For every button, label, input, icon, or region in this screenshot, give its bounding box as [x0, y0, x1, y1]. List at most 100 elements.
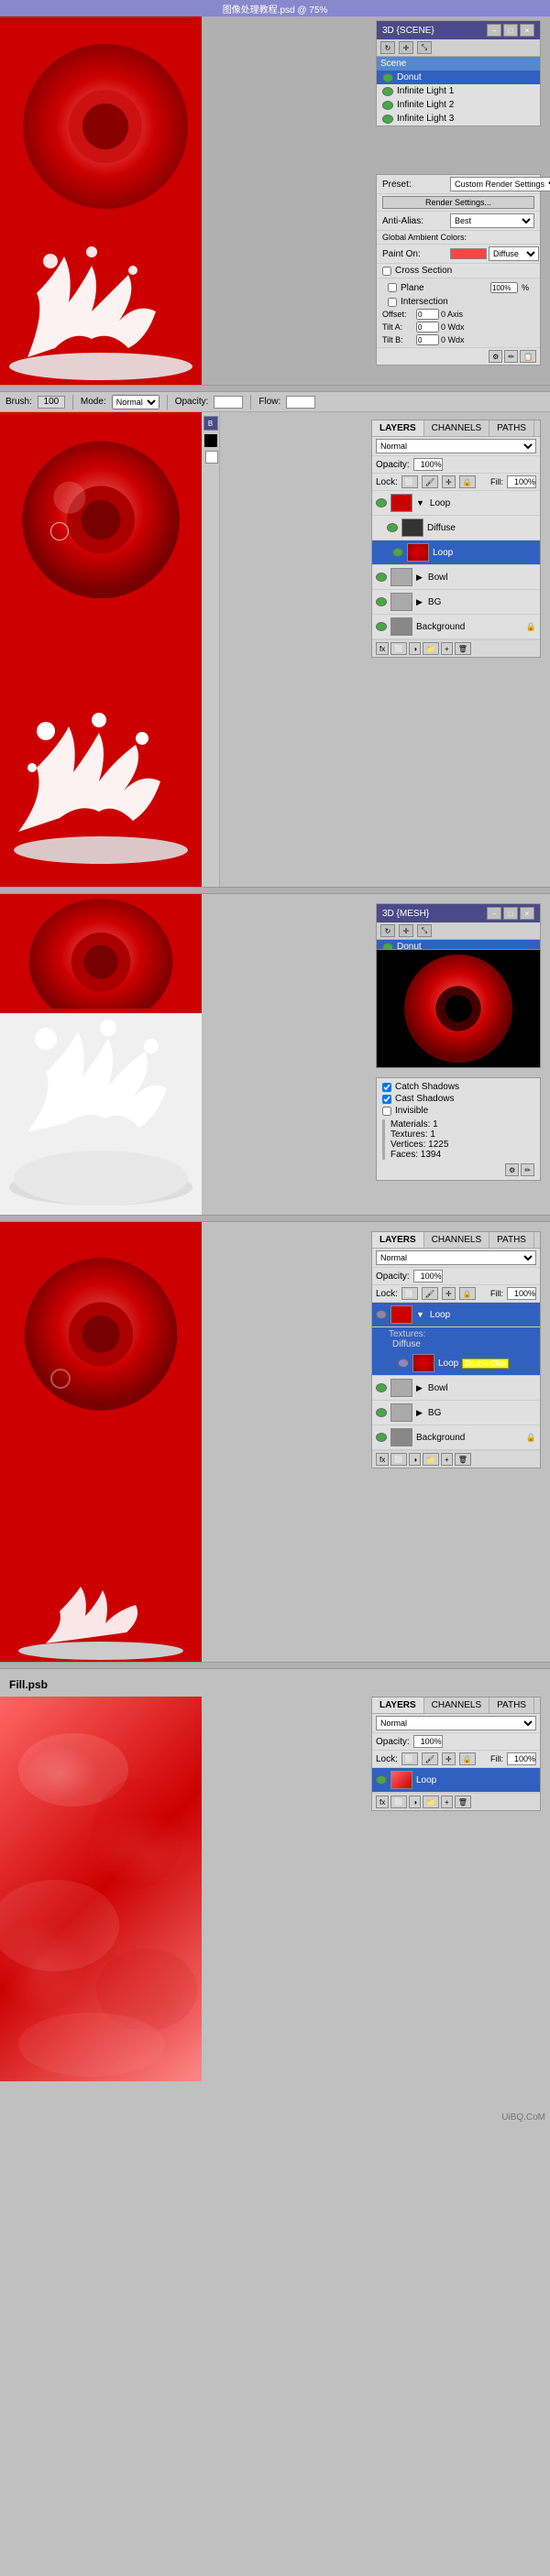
- brush-tool-btn[interactable]: B: [204, 416, 218, 431]
- offset-input[interactable]: [416, 309, 439, 320]
- fx-btn2[interactable]: fx: [376, 642, 389, 655]
- del-btn4[interactable]: 🗑: [455, 1453, 471, 1466]
- foreground-color[interactable]: [204, 434, 217, 447]
- eye-background4[interactable]: [376, 1433, 387, 1442]
- eye-loop2[interactable]: [392, 548, 403, 557]
- tilta-input[interactable]: [416, 322, 439, 333]
- fill-value4[interactable]: [507, 1287, 536, 1300]
- props-tool-1[interactable]: ⚙: [489, 350, 502, 363]
- tab-channels2[interactable]: CHANNELS: [424, 420, 490, 436]
- tab-channels5[interactable]: CHANNELS: [424, 1697, 490, 1713]
- scene-item-donut[interactable]: Donut: [377, 71, 540, 84]
- panel-close-btn[interactable]: ×: [520, 24, 534, 37]
- cast-shadows-checkbox[interactable]: [382, 1095, 391, 1104]
- lock-position-btn5[interactable]: ✛: [442, 1752, 456, 1765]
- eye-bg4[interactable]: [376, 1408, 387, 1417]
- eye-loop5[interactable]: [376, 1775, 387, 1785]
- paint-on-dropdown[interactable]: Diffuse: [489, 246, 539, 261]
- props-tool-3[interactable]: 📋: [520, 350, 536, 363]
- tab-layers5[interactable]: LAYERS: [372, 1697, 424, 1713]
- lock-position-btn[interactable]: ✛: [442, 475, 456, 488]
- fill-value5[interactable]: [507, 1752, 536, 1765]
- eye-background2[interactable]: [376, 622, 387, 631]
- mesh-max-btn[interactable]: □: [503, 907, 518, 920]
- layer-item-diffuse2[interactable]: Diffuse: [372, 516, 540, 540]
- eye-icon-light2[interactable]: [382, 101, 393, 110]
- tab-paths5[interactable]: PATHS: [490, 1697, 534, 1713]
- props-tool-2[interactable]: ✏: [504, 350, 518, 363]
- expand-bg2[interactable]: ▶: [416, 597, 423, 607]
- adj-btn2[interactable]: ◑: [409, 642, 421, 655]
- panel-max-btn[interactable]: □: [503, 24, 518, 37]
- eye-diffuse2[interactable]: [387, 523, 398, 532]
- layer-item-loop5[interactable]: Loop: [372, 1768, 540, 1793]
- eye-loop4[interactable]: [398, 1359, 409, 1368]
- mesh-info-btn2[interactable]: ✏: [521, 1163, 534, 1176]
- eye-loop-group2[interactable]: [376, 498, 387, 508]
- paint-color-swatch[interactable]: [450, 248, 487, 259]
- eye-loop-group4[interactable]: [376, 1310, 387, 1319]
- fx-btn5[interactable]: fx: [376, 1796, 389, 1808]
- layer-item-loop4[interactable]: Loop Double Click: [372, 1351, 540, 1376]
- blend-mode-dropdown4[interactable]: Normal: [376, 1250, 536, 1265]
- mask-btn5[interactable]: ⬜: [390, 1796, 407, 1808]
- tab-layers2[interactable]: LAYERS: [372, 420, 424, 436]
- opacity-value2[interactable]: [413, 458, 443, 471]
- plane-value[interactable]: [490, 282, 518, 293]
- tab-paths4[interactable]: PATHS: [490, 1232, 534, 1248]
- mesh-close-btn[interactable]: ×: [520, 907, 534, 920]
- panel-min-btn[interactable]: −: [487, 24, 501, 37]
- fx-btn4[interactable]: fx: [376, 1453, 389, 1466]
- adj-btn4[interactable]: ◑: [409, 1453, 421, 1466]
- layer-item-loop2[interactable]: Loop: [372, 540, 540, 565]
- eye-icon-donut[interactable]: [382, 73, 393, 82]
- eye-bg2[interactable]: [376, 597, 387, 606]
- preset-dropdown[interactable]: Custom Render Settings: [450, 177, 550, 191]
- plane-checkbox[interactable]: [388, 283, 397, 292]
- mask-btn2[interactable]: ⬜: [390, 642, 407, 655]
- catch-shadows-checkbox[interactable]: [382, 1083, 391, 1092]
- brush-size-display[interactable]: 100: [38, 396, 65, 409]
- expand-loop4[interactable]: ▼: [416, 1310, 424, 1319]
- lock-image-btn5[interactable]: 🖌: [422, 1752, 438, 1765]
- layer-item-background4[interactable]: Background 🔒: [372, 1425, 540, 1450]
- fill-value2[interactable]: [507, 475, 536, 488]
- opacity-value5[interactable]: [413, 1735, 443, 1748]
- mask-btn4[interactable]: ⬜: [390, 1453, 407, 1466]
- lock-transparent-btn4[interactable]: ⬜: [402, 1287, 418, 1300]
- lock-all-btn5[interactable]: 🔒: [459, 1752, 476, 1765]
- new-btn4[interactable]: +: [441, 1453, 453, 1466]
- flow-input[interactable]: 50%: [286, 396, 315, 409]
- render-settings-btn[interactable]: Render Settings...: [382, 196, 534, 209]
- lock-all-btn[interactable]: 🔒: [459, 475, 476, 488]
- layer-item-bowl2[interactable]: ▶ Bowl: [372, 565, 540, 590]
- mesh-tool-3[interactable]: ⤡: [417, 924, 432, 937]
- mesh-min-btn[interactable]: −: [487, 907, 501, 920]
- move-tool-btn[interactable]: ✛: [399, 41, 413, 54]
- group-btn5[interactable]: 📁: [423, 1796, 439, 1808]
- intersection-checkbox[interactable]: [388, 298, 397, 307]
- group-btn4[interactable]: 📁: [423, 1453, 439, 1466]
- lock-position-btn4[interactable]: ✛: [442, 1287, 456, 1300]
- scene-item-light2[interactable]: Infinite Light 2: [377, 98, 540, 112]
- mesh-info-btn1[interactable]: ⚙: [505, 1163, 519, 1176]
- lock-image-btn[interactable]: 🖌: [422, 475, 438, 488]
- lock-transparent-btn5[interactable]: ⬜: [402, 1752, 418, 1765]
- expand-loop2[interactable]: ▼: [416, 498, 424, 508]
- expand-bowl4[interactable]: ▶: [416, 1383, 423, 1393]
- lock-image-btn4[interactable]: 🖌: [422, 1287, 438, 1300]
- tab-layers4[interactable]: LAYERS: [372, 1232, 424, 1248]
- layer-item-loop-group2[interactable]: ▼ Loop: [372, 491, 540, 516]
- scale-tool-btn[interactable]: ⤡: [417, 41, 432, 54]
- opacity-input[interactable]: 50%: [214, 396, 243, 409]
- opacity-value4[interactable]: [413, 1270, 443, 1283]
- rotate-tool-btn[interactable]: ↻: [380, 41, 395, 54]
- blend-mode-dropdown5[interactable]: Normal: [376, 1716, 536, 1730]
- new-btn5[interactable]: +: [441, 1796, 453, 1808]
- tab-paths2[interactable]: PATHS: [490, 420, 534, 436]
- new-btn2[interactable]: +: [441, 642, 453, 655]
- mesh-tool-1[interactable]: ↻: [380, 924, 395, 937]
- layer-item-background2[interactable]: Background 🔒: [372, 615, 540, 639]
- eye-bowl4[interactable]: [376, 1383, 387, 1392]
- group-btn2[interactable]: 📁: [423, 642, 439, 655]
